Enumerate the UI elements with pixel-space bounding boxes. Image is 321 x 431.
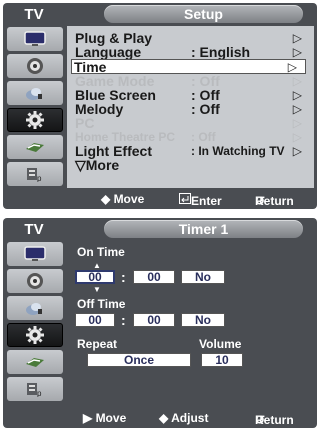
- arrow-right-icon: ▷: [292, 144, 302, 158]
- setup-icon[interactable]: [7, 108, 63, 132]
- svg-text:p: p: [37, 174, 42, 182]
- application-icon[interactable]: p: [7, 377, 63, 401]
- setup-menu: Plug & Play ▷ Language : English ▷ Time …: [67, 26, 314, 188]
- page-title: Timer 1: [104, 220, 303, 238]
- up-arrow-icon: ▲: [93, 261, 101, 270]
- setup-panel: TV Setup p Plug & Play ▷ Language : Engl…: [3, 3, 317, 209]
- sound-icon[interactable]: [7, 269, 63, 293]
- sidebar: p: [7, 27, 63, 189]
- enter-hint: Enter: [179, 192, 222, 208]
- picture-icon[interactable]: [7, 27, 63, 51]
- menu-item-melody[interactable]: Melody : Off ▷: [73, 102, 310, 116]
- move-hint: ▶ Move: [83, 411, 127, 425]
- menu-item-value: : Off: [191, 101, 220, 117]
- volume-field[interactable]: 10: [201, 353, 243, 367]
- move-hint: ◆ Move: [101, 192, 145, 206]
- volume-label: Volume: [199, 337, 242, 351]
- menu-item-time[interactable]: Time ▷: [71, 59, 306, 74]
- menu-item-value: : In Watching TV: [191, 144, 285, 158]
- menu-item-label: Blue Screen: [75, 87, 156, 103]
- arrow-right-icon: ▷: [292, 102, 302, 116]
- arrow-right-icon: ▷: [292, 88, 302, 102]
- return-label: Return: [255, 413, 294, 427]
- menu-item-value: : Off: [191, 73, 220, 89]
- repeat-field[interactable]: Once: [87, 353, 191, 367]
- picture-icon[interactable]: [7, 242, 63, 266]
- enter-label: Enter: [191, 194, 222, 208]
- input-icon[interactable]: [7, 135, 63, 159]
- menu-item-value: : English: [191, 44, 251, 60]
- off-time-label: Off Time: [77, 297, 126, 311]
- on-time-label: On Time: [77, 245, 125, 259]
- menu-item-value: : Off: [191, 87, 220, 103]
- menu-item-language[interactable]: Language : English ▷: [73, 45, 310, 59]
- menu-item-light-effect[interactable]: Light Effect : In Watching TV ▷: [73, 144, 310, 158]
- adjust-hint: ◆ Adjust: [159, 411, 209, 425]
- button-guide: ◆ Move Enter ↺ Return: [67, 190, 314, 208]
- repeat-label: Repeat: [77, 337, 118, 351]
- off-minute-field[interactable]: 00: [133, 313, 175, 327]
- on-minute-field[interactable]: 00: [133, 270, 175, 284]
- menu-item-home-theatre-pc: Home Theatre PC : Off ▷: [73, 130, 310, 144]
- menu-item-blue-screen[interactable]: Blue Screen : Off ▷: [73, 88, 310, 102]
- arrow-right-icon: ▷: [292, 31, 302, 45]
- arrow-right-icon: ▷: [292, 116, 302, 130]
- return-label: Return: [255, 194, 294, 208]
- down-arrow-icon: ▼: [93, 285, 101, 294]
- tv-label: TV: [24, 5, 44, 23]
- enter-icon: [179, 193, 191, 204]
- menu-item-label: Home Theatre PC: [75, 130, 176, 144]
- application-icon[interactable]: p: [7, 162, 63, 186]
- menu-item-label: ▽More: [75, 157, 120, 173]
- menu-item-label: Language: [75, 44, 142, 60]
- menu-item-value: : Off: [191, 130, 216, 144]
- channel-icon[interactable]: [7, 296, 63, 320]
- colon-separator: :: [121, 312, 126, 328]
- svg-text:p: p: [37, 389, 42, 397]
- on-flag-field[interactable]: No: [181, 270, 225, 284]
- arrow-right-icon: ▷: [292, 130, 302, 144]
- menu-item-label: Game Mode: [75, 73, 155, 89]
- menu-item-label: PC: [75, 115, 95, 131]
- sound-icon[interactable]: [7, 54, 63, 78]
- button-guide: ▶ Move ◆ Adjust ↺ Return: [67, 409, 314, 427]
- setup-icon[interactable]: [7, 323, 63, 347]
- menu-item-game-mode: Game Mode : Off ▷: [73, 74, 310, 88]
- channel-icon[interactable]: [7, 81, 63, 105]
- menu-item-label: Light Effect: [75, 143, 152, 159]
- off-flag-field[interactable]: No: [181, 313, 225, 327]
- off-hour-field[interactable]: 00: [75, 313, 115, 327]
- menu-item-pc: PC ▷: [73, 116, 310, 130]
- menu-item-label: Time: [74, 59, 107, 75]
- tv-label: TV: [24, 220, 44, 238]
- on-hour-field[interactable]: 00: [75, 270, 115, 284]
- colon-separator: :: [121, 269, 126, 285]
- menu-item-plug-play[interactable]: Plug & Play ▷: [73, 31, 310, 45]
- arrow-right-icon: ▷: [292, 74, 302, 88]
- arrow-right-icon: ▷: [287, 60, 297, 74]
- timer-panel: TV Timer 1 p On Time ▲ 00 : 00 No ▼ Off …: [3, 218, 317, 428]
- menu-item-more[interactable]: ▽More: [73, 158, 310, 172]
- input-icon[interactable]: [7, 350, 63, 374]
- menu-item-label: Melody: [75, 101, 124, 117]
- timer-settings: On Time ▲ 00 : 00 No ▼ Off Time 00 : 00 …: [67, 241, 314, 407]
- sidebar: p: [7, 242, 63, 404]
- page-title: Setup: [104, 5, 303, 23]
- arrow-right-icon: ▷: [292, 45, 302, 59]
- menu-item-label: Plug & Play: [75, 30, 153, 46]
